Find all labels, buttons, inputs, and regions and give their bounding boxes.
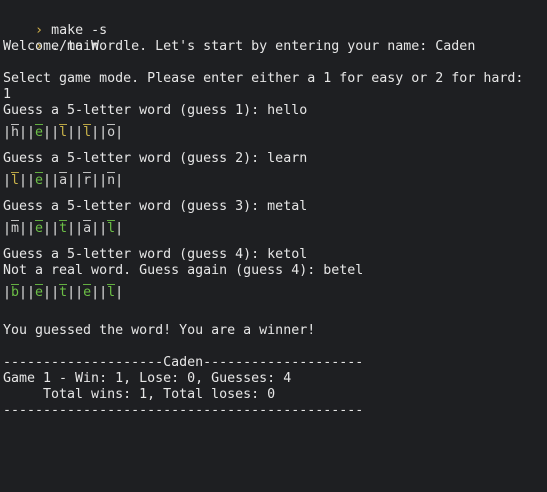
tile-border: | (27, 221, 36, 236)
tile-border: | (51, 221, 60, 236)
tile-border: | (43, 173, 52, 188)
letter-tile-gray: o (107, 123, 115, 143)
tile-border: | (99, 125, 108, 140)
tile-border: | (91, 125, 100, 140)
tile-border: | (27, 285, 36, 300)
tile-border: | (67, 173, 76, 188)
tile-border: | (43, 285, 52, 300)
tile-border: | (51, 285, 60, 300)
tile-border: | (19, 173, 28, 188)
letter-tile-gray: a (59, 171, 67, 191)
tile-border: | (91, 173, 100, 188)
command-line: › make -s (3, 7, 547, 38)
letter-tile-green: l (107, 219, 115, 239)
command-text: make -s (51, 23, 108, 38)
guess-prompt-line: Guess a 5-letter word (guess 3): metal (3, 199, 308, 214)
letter-tile-yellow: l (59, 123, 67, 143)
tile-border: | (67, 221, 76, 236)
letter-tile-gray: m (11, 219, 19, 239)
guess-board: |m||e||t||a||l| (3, 219, 547, 239)
mode-value-line: 1 (3, 87, 12, 102)
terminal-output: › make -s › ./main Welcome to Wordle. Le… (3, 7, 547, 419)
chevron-right-icon: › (35, 23, 44, 38)
letter-tile-gray: n (107, 171, 115, 191)
letter-tile-yellow: l (83, 123, 91, 143)
mode-prompt-line: Select game mode. Please enter either a … (3, 71, 524, 86)
guess-board: |l||e||a||r||n| (3, 171, 547, 191)
tile-border: | (19, 125, 28, 140)
summary-header: --------------------Caden---------------… (3, 355, 364, 370)
guess-prompt-line: Guess a 5-letter word (guess 4): ketol (3, 247, 308, 262)
guess-history: Guess a 5-letter word (guess 1): hello |h… (3, 103, 547, 311)
tile-border: | (19, 285, 28, 300)
letter-tile-gray: r (83, 171, 91, 191)
tile-border: | (115, 173, 124, 188)
tile-border: | (99, 221, 108, 236)
tile-border: | (27, 125, 36, 140)
tile-border: | (43, 221, 52, 236)
tile-border: | (3, 221, 12, 236)
tile-border: | (3, 173, 12, 188)
tile-border: | (99, 285, 108, 300)
tile-border: | (3, 125, 12, 140)
tile-border: | (75, 285, 84, 300)
letter-tile-green: b (11, 283, 19, 303)
guess-prompt-line: Not a real word. Guess again (guess 4): … (3, 263, 364, 278)
tile-border: | (75, 125, 84, 140)
result-line: You guessed the word! You are a winner! (3, 323, 316, 338)
summary-footer: ----------------------------------------… (3, 403, 364, 418)
letter-tile-green: t (59, 283, 67, 303)
tile-border: | (115, 221, 124, 236)
letter-tile-gray: h (11, 123, 19, 143)
letter-tile-yellow: l (11, 171, 19, 191)
tile-border: | (75, 173, 84, 188)
letter-tile-green: e (35, 171, 43, 191)
tile-border: | (115, 285, 124, 300)
tile-border: | (27, 173, 36, 188)
guess-prompt-line: Guess a 5-letter word (guess 1): hello (3, 103, 308, 118)
summary-game-line: Game 1 - Win: 1, Lose: 0, Guesses: 4 (3, 371, 292, 386)
tile-border: | (3, 285, 12, 300)
guess-board: |h||e||l||l||o| (3, 123, 547, 143)
letter-tile-green: t (59, 219, 67, 239)
tile-border: | (51, 173, 60, 188)
letter-tile-green: e (83, 283, 91, 303)
tile-border: | (19, 221, 28, 236)
letter-tile-green: l (107, 283, 115, 303)
letter-tile-gray: a (83, 219, 91, 239)
letter-tile-green: e (35, 219, 43, 239)
summary-totals-line: Total wins: 1, Total loses: 0 (3, 387, 276, 402)
tile-border: | (115, 125, 124, 140)
tile-border: | (91, 221, 100, 236)
tile-border: | (75, 221, 84, 236)
tile-border: | (99, 173, 108, 188)
welcome-line: Welcome to Wordle. Let's start by enteri… (3, 39, 476, 54)
guess-board: |b||e||t||e||l| (3, 283, 547, 303)
terminal-window: { "colors": { "background": "#1e1f22", "… (0, 0, 547, 492)
tile-border: | (67, 125, 76, 140)
tile-border: | (43, 125, 52, 140)
tile-border: | (51, 125, 60, 140)
tile-border: | (91, 285, 100, 300)
letter-tile-green: e (35, 283, 43, 303)
guess-prompt-line: Guess a 5-letter word (guess 2): learn (3, 151, 308, 166)
letter-tile-green: e (35, 123, 43, 143)
tile-border: | (67, 285, 76, 300)
